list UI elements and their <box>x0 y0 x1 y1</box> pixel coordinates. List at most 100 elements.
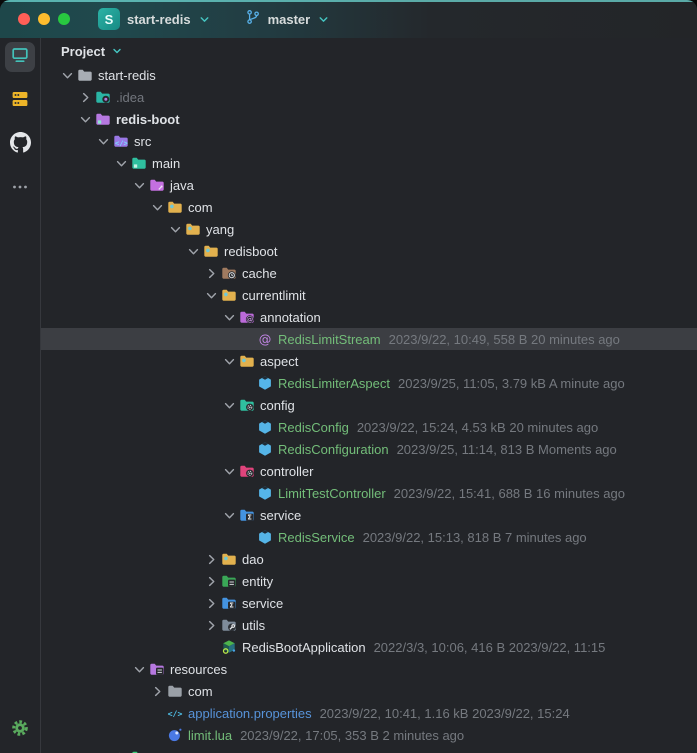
tree-row[interactable]: @annotation <box>41 306 697 328</box>
tree-row[interactable]: .idea <box>41 86 697 108</box>
tree-item-label: java <box>170 178 194 193</box>
tree-row[interactable]: com <box>41 196 697 218</box>
chevron-spacer <box>149 705 165 721</box>
tree-item-label: config <box>260 398 295 413</box>
chevron-expanded-icon[interactable] <box>77 111 93 127</box>
tree-row[interactable]: LimitTestController2023/9/22, 15:41, 688… <box>41 482 697 504</box>
chevron-collapsed-icon[interactable] <box>203 617 219 633</box>
tree-row[interactable]: RedisService 2023/9/22, 15:13, 818 B 7 mi… <box>41 526 697 548</box>
chevron-collapsed-icon[interactable] <box>77 89 93 105</box>
folder-package-icon <box>203 243 219 259</box>
project-widget[interactable]: S start-redis <box>98 8 211 30</box>
tree-row[interactable]: config <box>41 394 697 416</box>
tool-window-stripe <box>0 38 41 753</box>
chevron-spacer <box>149 727 165 743</box>
tree-row[interactable]: RedisLimiterAspect2023/9/25, 11:05, 3.79… <box>41 372 697 394</box>
gear-green-icon <box>10 718 30 743</box>
project-tool-button[interactable] <box>5 42 35 72</box>
chevron-expanded-icon[interactable] <box>149 199 165 215</box>
chevron-expanded-icon[interactable] <box>221 397 237 413</box>
tree-item-label: RedisConfig <box>278 420 349 435</box>
chevron-expanded-icon[interactable] <box>131 177 147 193</box>
folder-annotation-icon: @ <box>239 309 255 325</box>
branch-widget[interactable]: master <box>245 9 331 30</box>
tree-item-meta: 2023/9/22, 15:13, 818 B 7 minutes ago <box>363 530 587 545</box>
tree-row[interactable]: Σservice <box>41 592 697 614</box>
tree-row[interactable]: entity <box>41 570 697 592</box>
folder-service-icon: Σ <box>221 595 237 611</box>
minimize-button[interactable] <box>38 13 50 25</box>
folder-test-icon <box>131 749 147 753</box>
tree-row[interactable]: controller <box>41 460 697 482</box>
ide-window: S start-redis master Project start-redis… <box>0 0 697 753</box>
tree-row[interactable]: Σservice <box>41 504 697 526</box>
chevron-expanded-icon[interactable] <box>185 243 201 259</box>
tree-row[interactable]: limit.lua2023/9/22, 17:05, 353 B 2 minut… <box>41 724 697 746</box>
git-branch-icon <box>245 9 261 30</box>
folder-package-icon <box>221 551 237 567</box>
tree-item-meta: 2023/9/25, 11:05, 3.79 kB A minute ago <box>398 376 625 391</box>
tree-row[interactable]: resources <box>41 658 697 680</box>
chevron-expanded-icon[interactable] <box>221 353 237 369</box>
chevron-collapsed-icon[interactable] <box>203 551 219 567</box>
chevron-collapsed-icon[interactable] <box>113 749 129 753</box>
tree-row[interactable]: currentlimit <box>41 284 697 306</box>
github-tool-button[interactable] <box>5 130 35 160</box>
tree-row[interactable]: dao <box>41 548 697 570</box>
tree-row[interactable] <box>41 746 697 753</box>
chevron-collapsed-icon[interactable] <box>203 595 219 611</box>
tree-item-label: RedisBootApplication <box>242 640 366 655</box>
tree-item-meta: 2023/9/22, 10:49, 558 B 20 minutes ago <box>389 332 620 347</box>
chevron-expanded-icon[interactable] <box>131 661 147 677</box>
tree-row[interactable]: RedisBootApplication 2022/3/3, 10:06, 416… <box>41 636 697 658</box>
settings-button[interactable] <box>5 715 35 745</box>
tree-row[interactable]: redisboot <box>41 240 697 262</box>
tree-row[interactable]: start-redis <box>41 64 697 86</box>
folder-package-icon <box>167 199 183 215</box>
chevron-collapsed-icon[interactable] <box>203 265 219 281</box>
chevron-expanded-icon[interactable] <box>221 463 237 479</box>
chevron-expanded-icon[interactable] <box>59 67 75 83</box>
tree-row[interactable]: utils <box>41 614 697 636</box>
yellow-stack-icon <box>10 89 30 114</box>
tree-row[interactable]: java <box>41 174 697 196</box>
services-tool-button[interactable] <box>5 86 35 116</box>
chevron-expanded-icon[interactable] <box>113 155 129 171</box>
tree-row[interactable]: RedisConfiguration2023/9/25, 11:14, 813 … <box>41 438 697 460</box>
zoom-button[interactable] <box>58 13 70 25</box>
tree-row[interactable]: cache <box>41 262 697 284</box>
tree-row[interactable]: com <box>41 680 697 702</box>
tree-row[interactable]: RedisConfig2023/9/22, 15:24, 4.53 kB 20 … <box>41 416 697 438</box>
tree-row[interactable]: aspect <box>41 350 697 372</box>
tree-item-label: service <box>260 508 301 523</box>
chevron-collapsed-icon[interactable] <box>203 573 219 589</box>
tree-item-meta: 2022/3/3, 10:06, 416 B 2023/9/22, 11:15 <box>374 640 606 655</box>
chevron-expanded-icon[interactable] <box>203 287 219 303</box>
tree-item-label: aspect <box>260 354 298 369</box>
project-panel-header[interactable]: Project <box>41 38 697 64</box>
tree-row[interactable]: @RedisLimitStream2023/9/22, 10:49, 558 B… <box>41 328 697 350</box>
chevron-collapsed-icon[interactable] <box>149 683 165 699</box>
tree-row[interactable]: main <box>41 152 697 174</box>
chevron-expanded-icon[interactable] <box>221 309 237 325</box>
tree-item-label: currentlimit <box>242 288 306 303</box>
folder-cache-icon <box>221 265 237 281</box>
stripe-top-items <box>5 42 35 218</box>
folder-java-icon <box>149 177 165 193</box>
svg-text:</>: </> <box>168 709 183 719</box>
tree-row[interactable]: yang <box>41 218 697 240</box>
monitor-icon <box>10 45 30 70</box>
branch-widget-label: master <box>268 12 311 27</box>
tree-row[interactable]: </>application.properties2023/9/22, 10:4… <box>41 702 697 724</box>
close-button[interactable] <box>18 13 30 25</box>
chevron-expanded-icon[interactable] <box>221 507 237 523</box>
tree-row[interactable]: </>src <box>41 130 697 152</box>
svg-text:Σ: Σ <box>229 601 234 609</box>
tree-row[interactable]: redis-boot <box>41 108 697 130</box>
more-tools-button[interactable] <box>5 174 35 204</box>
chevron-expanded-icon[interactable] <box>167 221 183 237</box>
tree-item-label: RedisConfiguration <box>278 442 389 457</box>
chevron-expanded-icon[interactable] <box>95 133 111 149</box>
tree-item-label: RedisService <box>278 530 355 545</box>
folder-entity-icon <box>221 573 237 589</box>
